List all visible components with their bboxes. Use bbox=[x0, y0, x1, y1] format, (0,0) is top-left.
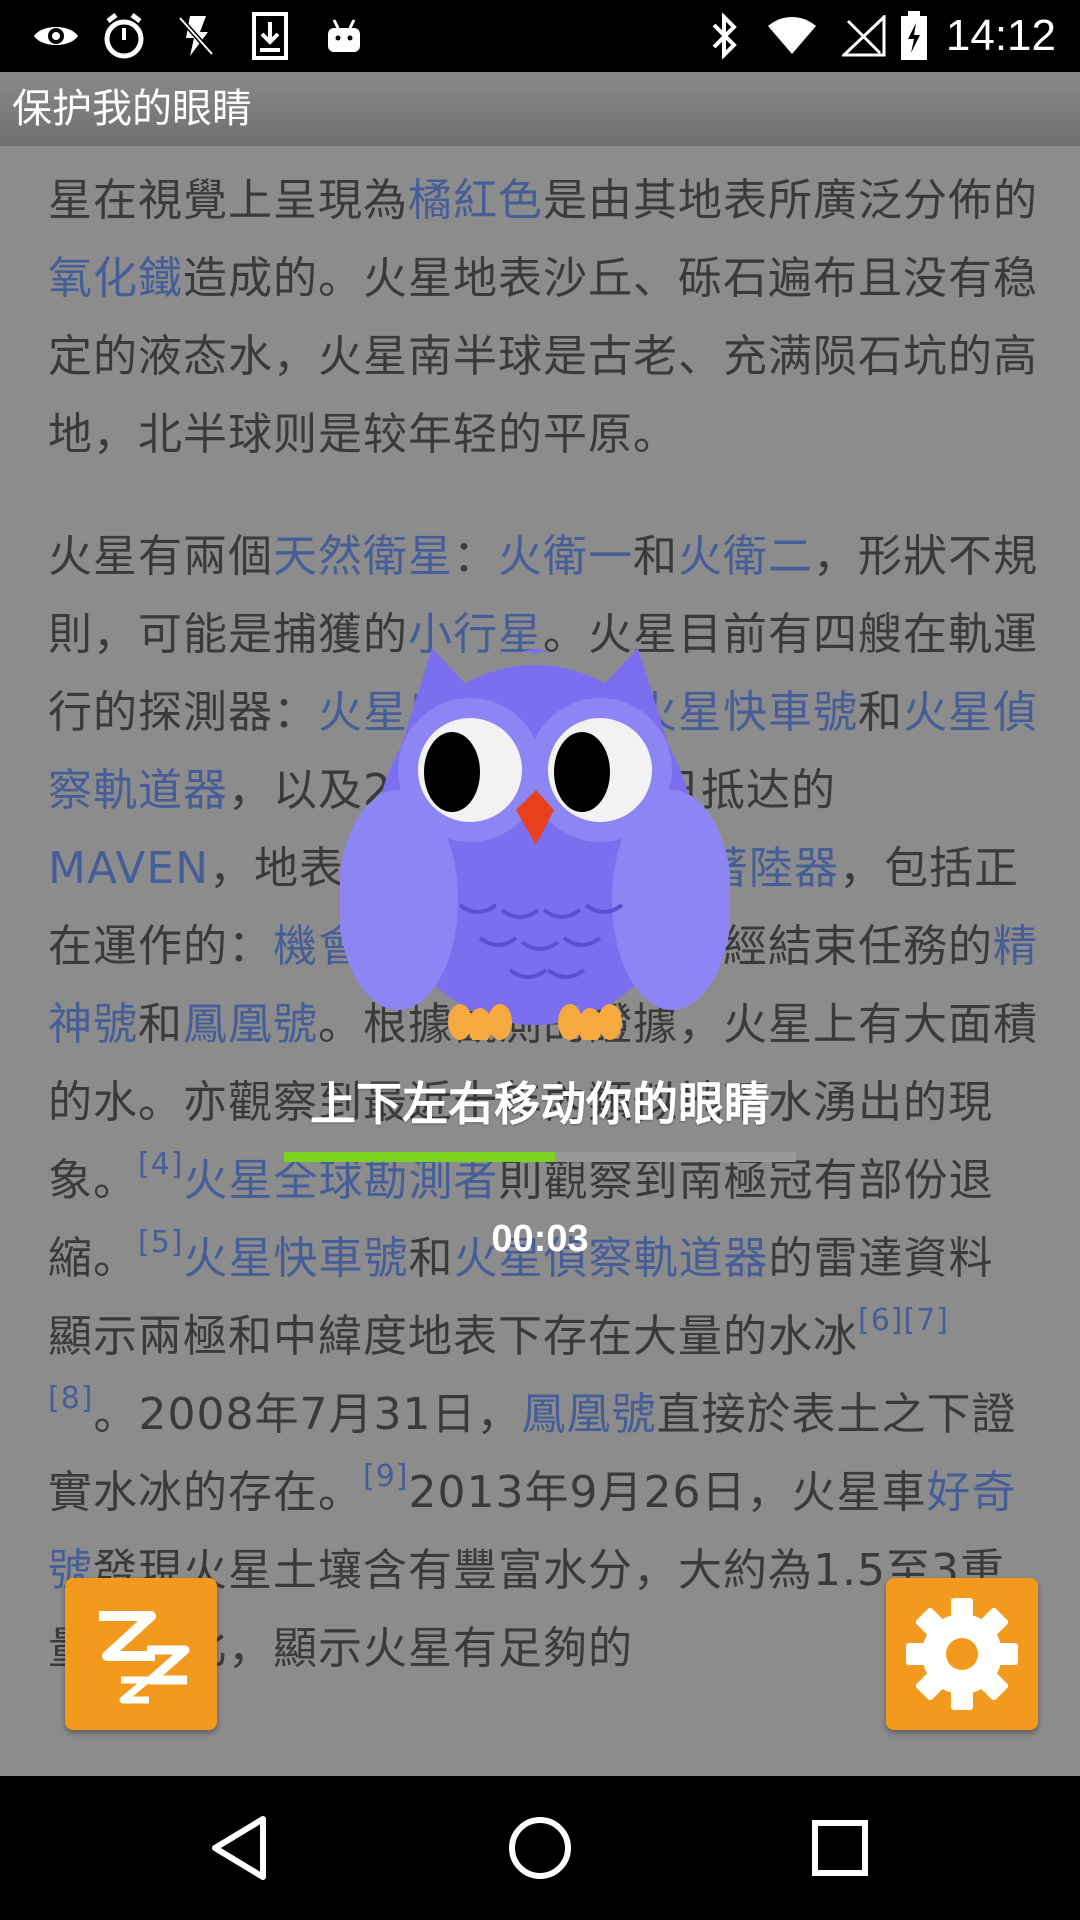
wifi-icon bbox=[764, 10, 820, 62]
article-text-run: 和 bbox=[138, 999, 183, 1050]
article-text-run: ： bbox=[453, 531, 498, 582]
article-text-run: 火星有兩個 bbox=[48, 531, 273, 582]
article-text-run: 。2008年7月31日， bbox=[93, 1389, 522, 1440]
exercise-progress-fill bbox=[284, 1152, 556, 1162]
home-icon bbox=[509, 1817, 571, 1879]
status-bar: 14:12 bbox=[0, 0, 1080, 72]
recents-button[interactable] bbox=[790, 1798, 890, 1898]
article-link[interactable]: 天然衛星 bbox=[273, 531, 453, 582]
article-text-run: 2013年9月26日，火星車 bbox=[408, 1467, 927, 1518]
reference-link[interactable]: [4] bbox=[138, 1147, 184, 1182]
no-sim-icon bbox=[838, 10, 890, 62]
gear-icon bbox=[906, 1598, 1018, 1710]
sleep-zzz-icon bbox=[99, 1611, 190, 1704]
reference-link[interactable]: [9] bbox=[363, 1459, 409, 1494]
article-text-run: 星在視覺上呈現為 bbox=[48, 175, 408, 226]
article-link[interactable]: 火衛一 bbox=[498, 531, 633, 582]
battery-charging-icon bbox=[896, 10, 932, 62]
article-link[interactable]: 氧化鐵 bbox=[48, 253, 183, 304]
article-link[interactable]: 橘紅色 bbox=[408, 175, 543, 226]
status-clock: 14:12 bbox=[945, 11, 1056, 60]
alarm-off-icon bbox=[98, 10, 150, 62]
article-link[interactable]: MAVEN bbox=[48, 843, 209, 894]
eye-icon bbox=[30, 10, 82, 62]
home-button[interactable] bbox=[490, 1798, 590, 1898]
app-title: 保护我的眼睛 bbox=[12, 86, 252, 132]
article-text-run: 造成的。火星地表沙丘、砾石遍布且没有稳定的液态水，火星南半球是古老、充满陨石坑的… bbox=[48, 253, 1038, 460]
exercise-timer: 00:03 bbox=[491, 1218, 589, 1260]
flash-off-icon bbox=[172, 10, 220, 62]
article-link[interactable]: 火星全球勘測者 bbox=[184, 1155, 499, 1206]
recents-icon bbox=[812, 1820, 868, 1876]
article-link[interactable]: 火星快車號 bbox=[184, 1233, 409, 1284]
app-title-bar: 保护我的眼睛 bbox=[0, 72, 1080, 146]
android-icon bbox=[320, 10, 368, 62]
article-paragraph-1: 星在視覺上呈現為橘紅色是由其地表所廣泛分佈的氧化鐵造成的。火星地表沙丘、砾石遍布… bbox=[48, 162, 1038, 474]
settings-button[interactable] bbox=[886, 1578, 1038, 1730]
back-icon bbox=[212, 1816, 266, 1880]
owl-mascot-icon bbox=[338, 640, 732, 1044]
article-link[interactable]: 鳳凰號 bbox=[183, 999, 318, 1050]
article-text-run: 器： bbox=[228, 687, 318, 738]
article-text-run: 和 bbox=[858, 687, 903, 738]
download-icon bbox=[246, 10, 294, 62]
article-text-run: 和 bbox=[633, 531, 678, 582]
exercise-progress-bar bbox=[284, 1152, 796, 1162]
exercise-instruction: 上下左右移动你的眼睛 bbox=[310, 1077, 770, 1131]
reference-link[interactable]: [5] bbox=[138, 1225, 184, 1260]
back-button[interactable] bbox=[190, 1798, 290, 1898]
navigation-bar bbox=[0, 1776, 1080, 1920]
article-text-run: 是由其地表所廣泛分佈的 bbox=[543, 175, 1038, 226]
article-link[interactable]: 火衛二 bbox=[678, 531, 813, 582]
article-link[interactable]: 鳳凰號 bbox=[521, 1389, 656, 1440]
sleep-button[interactable] bbox=[65, 1578, 217, 1730]
bluetooth-icon bbox=[704, 10, 744, 62]
